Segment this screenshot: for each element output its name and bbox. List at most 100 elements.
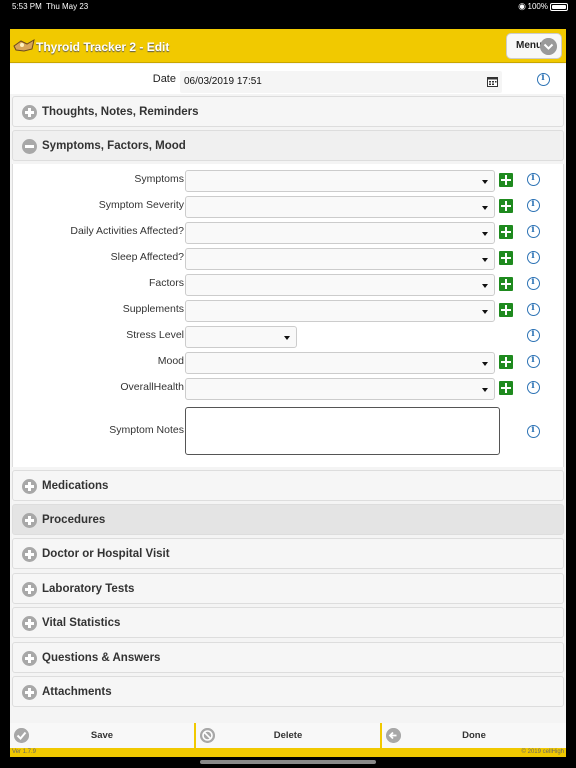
info-icon[interactable] <box>527 425 540 438</box>
wifi-icon: ◉ <box>518 1 526 11</box>
stress-level-select[interactable] <box>185 326 297 348</box>
field-row-notes: Symptom Notes <box>13 407 563 455</box>
symptoms-select[interactable] <box>185 170 495 192</box>
menu-label: Menu <box>516 40 543 51</box>
section-label: Thoughts, Notes, Reminders <box>42 106 199 118</box>
save-label: Save <box>90 730 114 741</box>
home-indicator[interactable] <box>200 760 376 764</box>
info-icon[interactable] <box>527 173 540 186</box>
add-factor-button[interactable] <box>499 277 513 291</box>
info-icon[interactable] <box>527 199 540 212</box>
section-label: Doctor or Hospital Visit <box>42 548 170 560</box>
sleep-select[interactable] <box>185 248 495 270</box>
info-icon[interactable] <box>527 251 540 264</box>
battery-percent: 100% <box>527 2 548 11</box>
add-overall-health-button[interactable] <box>499 381 513 395</box>
add-severity-button[interactable] <box>499 199 513 213</box>
field-row-factors: Factors <box>13 274 563 296</box>
field-row-sleep: Sleep Affected? <box>13 248 563 270</box>
caret-down-icon <box>482 206 488 210</box>
overall-health-select[interactable] <box>185 378 495 400</box>
top-band <box>0 14 576 28</box>
add-supplement-button[interactable] <box>499 303 513 317</box>
expand-icon <box>22 651 37 666</box>
expand-icon <box>22 685 37 700</box>
symptom-notes-textarea[interactable] <box>185 407 500 455</box>
page-title: Thyroid Tracker 2 - Edit <box>36 40 170 54</box>
add-daily-activities-button[interactable] <box>499 225 513 239</box>
section-label: Symptoms, Factors, Mood <box>42 140 186 152</box>
field-row-supplements: Supplements <box>13 300 563 322</box>
section-medications[interactable]: Medications <box>12 470 564 501</box>
caret-down-icon <box>482 388 488 392</box>
caret-down-icon <box>482 284 488 288</box>
field-row-symptoms: Symptoms <box>13 170 563 192</box>
section-procedures[interactable]: Procedures <box>12 504 564 535</box>
field-label: Symptoms <box>134 173 184 185</box>
field-label: Symptom Notes <box>109 424 184 436</box>
field-label: Factors <box>148 277 184 289</box>
status-time: 5:53 PM <box>12 2 42 11</box>
mood-select[interactable] <box>185 352 495 374</box>
menu-button[interactable]: Menu <box>506 33 562 59</box>
done-label: Done <box>462 730 486 741</box>
factors-select[interactable] <box>185 274 495 296</box>
caret-down-icon <box>482 180 488 184</box>
field-label: Symptom Severity <box>98 199 184 211</box>
delete-button[interactable]: Delete <box>196 723 380 748</box>
field-label: Mood <box>157 355 184 367</box>
info-icon[interactable] <box>527 303 540 316</box>
add-sleep-button[interactable] <box>499 251 513 265</box>
save-button[interactable]: Save <box>10 723 194 748</box>
section-vital-statistics[interactable]: Vital Statistics <box>12 607 564 638</box>
section-thoughts[interactable]: Thoughts, Notes, Reminders <box>12 96 564 127</box>
date-label: Date <box>152 73 176 85</box>
section-label: Medications <box>42 480 109 492</box>
calendar-icon[interactable] <box>487 76 498 87</box>
expand-icon <box>22 582 37 597</box>
section-label: Attachments <box>42 686 112 698</box>
expand-icon <box>22 547 37 562</box>
app-logo-icon <box>13 39 35 52</box>
info-icon[interactable] <box>527 329 540 342</box>
section-questions-answers[interactable]: Questions & Answers <box>12 642 564 673</box>
field-label: Stress Level <box>126 329 184 341</box>
section-label: Questions & Answers <box>42 652 161 664</box>
field-label: OverallHealth <box>120 381 184 393</box>
section-label: Laboratory Tests <box>42 583 135 595</box>
section-label: Vital Statistics <box>42 617 121 629</box>
field-row-stress: Stress Level <box>13 326 563 348</box>
status-date: Thu May 23 <box>46 2 89 11</box>
date-field[interactable]: 06/03/2019 17:51 <box>180 71 502 93</box>
field-row-daily: Daily Activities Affected? <box>13 222 563 244</box>
supplements-select[interactable] <box>185 300 495 322</box>
section-label: Procedures <box>42 514 106 526</box>
info-icon[interactable] <box>527 225 540 238</box>
expand-icon <box>22 513 37 528</box>
app-header: Thyroid Tracker 2 - Edit Menu <box>10 29 566 63</box>
app-window: Thyroid Tracker 2 - Edit Menu Date 06/03… <box>10 29 566 757</box>
date-value: 06/03/2019 17:51 <box>184 76 262 87</box>
caret-down-icon <box>482 258 488 262</box>
done-button[interactable]: Done <box>382 723 566 748</box>
severity-select[interactable] <box>185 196 495 218</box>
symptoms-panel: Symptoms Symptom Severity Daily Activiti… <box>12 164 564 467</box>
section-symptoms[interactable]: Symptoms, Factors, Mood <box>12 130 564 161</box>
daily-activities-select[interactable] <box>185 222 495 244</box>
add-symptom-button[interactable] <box>499 173 513 187</box>
field-row-severity: Symptom Severity <box>13 196 563 218</box>
caret-down-icon <box>284 336 290 340</box>
expand-icon <box>22 479 37 494</box>
info-icon[interactable] <box>527 355 540 368</box>
add-mood-button[interactable] <box>499 355 513 369</box>
field-label: Supplements <box>122 303 184 315</box>
info-icon[interactable] <box>537 73 550 86</box>
chevron-down-icon <box>540 38 557 55</box>
info-icon[interactable] <box>527 277 540 290</box>
info-icon[interactable] <box>527 381 540 394</box>
version-text: Ver 1.7.9 <box>12 749 37 755</box>
section-attachments[interactable]: Attachments <box>12 676 564 707</box>
section-laboratory-tests[interactable]: Laboratory Tests <box>12 573 564 604</box>
section-doctor-visit[interactable]: Doctor or Hospital Visit <box>12 538 564 569</box>
field-row-mood: Mood <box>13 352 563 374</box>
